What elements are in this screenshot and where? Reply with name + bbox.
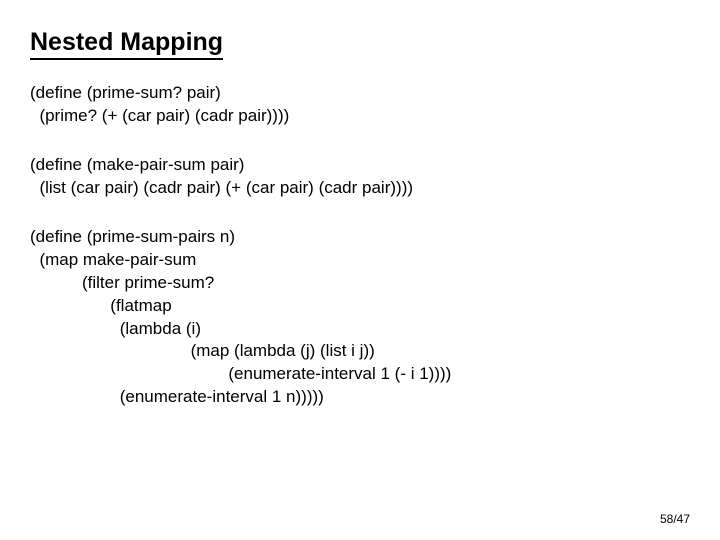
slide-title: Nested Mapping: [30, 28, 223, 60]
code-block-2: (define (make-pair-sum pair) (list (car …: [30, 154, 690, 200]
page-number: 58/47: [660, 512, 690, 526]
code-block-1: (define (prime-sum? pair) (prime? (+ (ca…: [30, 82, 690, 128]
slide-content: Nested Mapping (define (prime-sum? pair)…: [0, 0, 720, 409]
code-block-3: (define (prime-sum-pairs n) (map make-pa…: [30, 226, 690, 410]
